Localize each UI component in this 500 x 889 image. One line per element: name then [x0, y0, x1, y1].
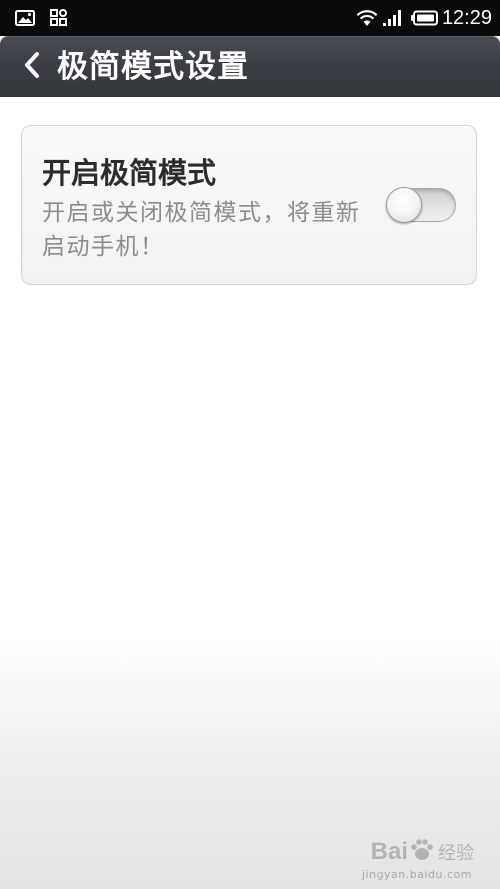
signal-icon [381, 0, 405, 36]
setting-description: 开启或关闭极简模式，将重新启动手机！ [42, 200, 361, 260]
picture-icon [12, 0, 38, 36]
watermark-url: jingyan.baidu.com [361, 868, 472, 881]
wifi-icon [354, 0, 380, 36]
watermark-brand: Bai [370, 838, 408, 865]
baidu-watermark: Bai 经验 [371, 832, 474, 872]
apps-grid-icon [48, 0, 70, 36]
status-time: 12:29 [441, 7, 492, 29]
settings-card[interactable]: 开启极简模式 开启或关闭极简模式，将重新启动手机！ [21, 125, 477, 285]
battery-icon [410, 0, 440, 36]
paw-icon [409, 837, 435, 867]
page-title: 极简模式设置 [57, 49, 249, 85]
chevron-left-icon [23, 51, 41, 83]
title-bar: 极简模式设置 [0, 36, 500, 97]
simple-mode-toggle[interactable] [386, 187, 456, 223]
toggle-knob [386, 187, 422, 223]
back-button[interactable] [12, 44, 52, 90]
status-bar: 12:29 [0, 0, 500, 36]
setting-title: 开启极简模式 [42, 156, 217, 190]
watermark-suffix: 经验 [438, 843, 474, 864]
